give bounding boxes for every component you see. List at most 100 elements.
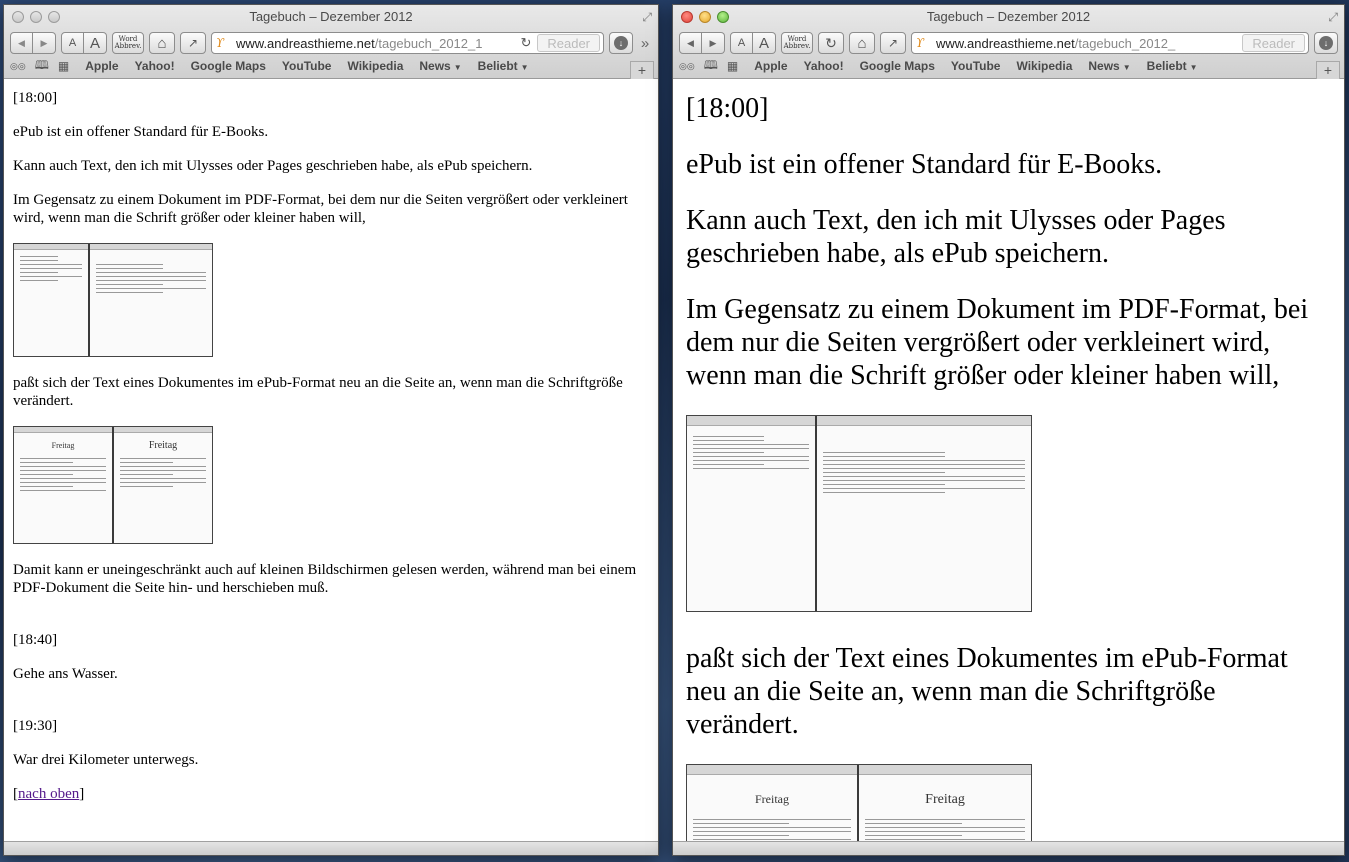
screenshot-image-epub: Freitag Freitag (686, 764, 1032, 841)
download-icon: ↓ (1319, 36, 1333, 50)
screenshot-image-epub: Freitag Freitag (13, 426, 213, 544)
bookmark-google-maps[interactable]: Google Maps (860, 59, 935, 73)
time-entry: [18:00] (686, 93, 769, 124)
downloads-button[interactable]: ↓ (1314, 32, 1338, 54)
bookmark-news-menu[interactable]: News ▼ (1088, 59, 1130, 73)
text-size-buttons: A A (730, 32, 776, 54)
screenshot-image-pdf (13, 243, 213, 357)
bookmark-wikipedia[interactable]: Wikipedia (1016, 59, 1072, 73)
url-text[interactable]: www.andreasthieme.net/tagebuch_2012_ (930, 36, 1242, 51)
toolbar: ◀ ▶ A A Word Abbrev. ⌂ ↗ ϒ www.andreasth… (10, 31, 652, 55)
browser-chrome: Tagebuch – Dezember 2012 ⤢ ◀ ▶ A A Word … (4, 5, 658, 79)
back-button[interactable]: ◀ (679, 32, 702, 54)
back-to-top: [nach oben] (13, 786, 85, 802)
reader-button[interactable]: Reader (537, 34, 600, 52)
bookmark-wikipedia[interactable]: Wikipedia (347, 59, 403, 73)
back-to-top-link[interactable]: nach oben (18, 786, 79, 802)
paragraph: War drei Kilometer unterwegs. (13, 752, 199, 768)
chevron-down-icon: ▼ (520, 63, 529, 72)
address-bar[interactable]: ϒ www.andreasthieme.net/tagebuch_2012_1 … (211, 32, 604, 54)
reading-list-icon[interactable]: ◎◎ (679, 61, 695, 72)
site-favicon: ϒ (916, 36, 925, 50)
bookmarks-book-icon[interactable]: 🕮 (35, 56, 49, 77)
page-content: [18:00] ePub ist ein offener Standard fü… (4, 80, 658, 841)
bookmark-beliebt-menu[interactable]: Beliebt ▼ (1147, 59, 1198, 73)
new-tab-button[interactable]: + (1316, 61, 1340, 79)
reload-icon[interactable]: ↻ (514, 35, 537, 51)
time-entry: [18:00] (13, 90, 58, 106)
bookmarks-book-icon[interactable]: 🕮 (704, 56, 718, 77)
browser-window-left: Tagebuch – Dezember 2012 ⤢ ◀ ▶ A A Word … (3, 4, 659, 856)
paragraph: Im Gegensatz zu einem Dokument im PDF-Fo… (686, 294, 1309, 391)
toolbar: ◀ ▶ A A Word Abbrev. ↻ ⌂ ↗ ϒ www.andreas… (679, 31, 1338, 55)
thumb-heading: Freitag (925, 792, 965, 807)
text-size-buttons: A A (61, 32, 107, 54)
share-button[interactable]: ↗ (880, 32, 906, 54)
forward-button[interactable]: ▶ (33, 32, 56, 54)
word-abbrev-button[interactable]: Word Abbrev. (112, 32, 144, 54)
paragraph: paßt sich der Text eines Dokumentes im e… (686, 643, 1288, 740)
bookmark-apple[interactable]: Apple (754, 59, 787, 73)
bookmarks-bar: ◎◎ 🕮 ▦ Apple Yahoo! Google Maps YouTube … (679, 57, 1340, 75)
bookmark-yahoo[interactable]: Yahoo! (135, 59, 175, 73)
page-content: [18:00] ePub ist ein offener Standard fü… (673, 80, 1344, 841)
browser-chrome: Tagebuch – Dezember 2012 ⤢ ◀ ▶ A A Word … (673, 5, 1344, 79)
bookmark-yahoo[interactable]: Yahoo! (804, 59, 844, 73)
forward-icon: ▶ (709, 37, 717, 48)
back-icon: ◀ (18, 37, 25, 48)
paragraph: Im Gegensatz zu einem Dokument im PDF-Fo… (13, 192, 628, 226)
paragraph: Damit kann er uneingeschränkt auch auf k… (13, 562, 637, 596)
chevron-down-icon: ▼ (453, 63, 462, 72)
paragraph: Gehe ans Wasser. (13, 666, 118, 682)
text-smaller-button[interactable]: A (61, 32, 84, 54)
site-favicon: ϒ (216, 36, 225, 50)
bookmark-youtube[interactable]: YouTube (951, 59, 1001, 73)
text-larger-button[interactable]: A (84, 32, 107, 54)
reader-button[interactable]: Reader (1242, 34, 1305, 52)
back-button[interactable]: ◀ (10, 32, 33, 54)
paragraph: ePub ist ein offener Standard für E-Book… (686, 149, 1163, 180)
fullscreen-icon[interactable]: ⤢ (642, 11, 652, 23)
top-sites-icon[interactable]: ▦ (727, 59, 738, 73)
bookmark-google-maps[interactable]: Google Maps (191, 59, 266, 73)
bookmark-apple[interactable]: Apple (85, 59, 118, 73)
forward-icon: ▶ (40, 37, 48, 48)
window-title: Tagebuch – Dezember 2012 (249, 9, 413, 24)
top-sites-icon[interactable]: ▦ (58, 59, 69, 73)
reading-list-icon[interactable]: ◎◎ (10, 61, 26, 72)
home-button[interactable]: ⌂ (849, 32, 875, 54)
paragraph: ePub ist ein offener Standard für E-Book… (13, 124, 269, 140)
fullscreen-icon[interactable]: ⤢ (1328, 11, 1338, 23)
time-entry: [19:30] (13, 718, 58, 734)
paragraph: paßt sich der Text eines Dokumentes im e… (13, 375, 623, 409)
reload-button[interactable]: ↻ (818, 32, 844, 54)
share-icon: ↗ (887, 36, 899, 50)
download-icon: ↓ (614, 36, 628, 50)
toolbar-overflow-icon[interactable]: » (638, 35, 652, 52)
new-tab-button[interactable]: + (630, 61, 654, 79)
forward-button[interactable]: ▶ (702, 32, 725, 54)
screenshot-image-pdf (686, 415, 1032, 612)
url-text[interactable]: www.andreasthieme.net/tagebuch_2012_1 (230, 36, 514, 51)
downloads-button[interactable]: ↓ (609, 32, 633, 54)
bookmark-beliebt-menu[interactable]: Beliebt ▼ (478, 59, 529, 73)
bookmark-news-menu[interactable]: News ▼ (419, 59, 461, 73)
home-icon: ⌂ (157, 34, 167, 52)
thumb-heading: Freitag (755, 792, 789, 806)
share-icon: ↗ (187, 36, 199, 50)
paragraph: Kann auch Text, den ich mit Ulysses oder… (13, 158, 533, 174)
reload-icon: ↻ (825, 34, 837, 51)
share-button[interactable]: ↗ (180, 32, 206, 54)
time-entry: [18:40] (13, 632, 58, 648)
word-abbrev-button[interactable]: Word Abbrev. (781, 32, 813, 54)
paragraph: Kann auch Text, den ich mit Ulysses oder… (686, 205, 1226, 269)
status-bar (4, 841, 658, 855)
text-smaller-button[interactable]: A (730, 32, 753, 54)
bookmarks-bar: ◎◎ 🕮 ▦ Apple Yahoo! Google Maps YouTube … (10, 57, 654, 75)
home-icon: ⌂ (857, 34, 867, 52)
text-larger-button[interactable]: A (753, 32, 776, 54)
home-button[interactable]: ⌂ (149, 32, 175, 54)
address-bar[interactable]: ϒ www.andreasthieme.net/tagebuch_2012_ R… (911, 32, 1309, 54)
bookmark-youtube[interactable]: YouTube (282, 59, 332, 73)
status-bar (673, 841, 1344, 855)
